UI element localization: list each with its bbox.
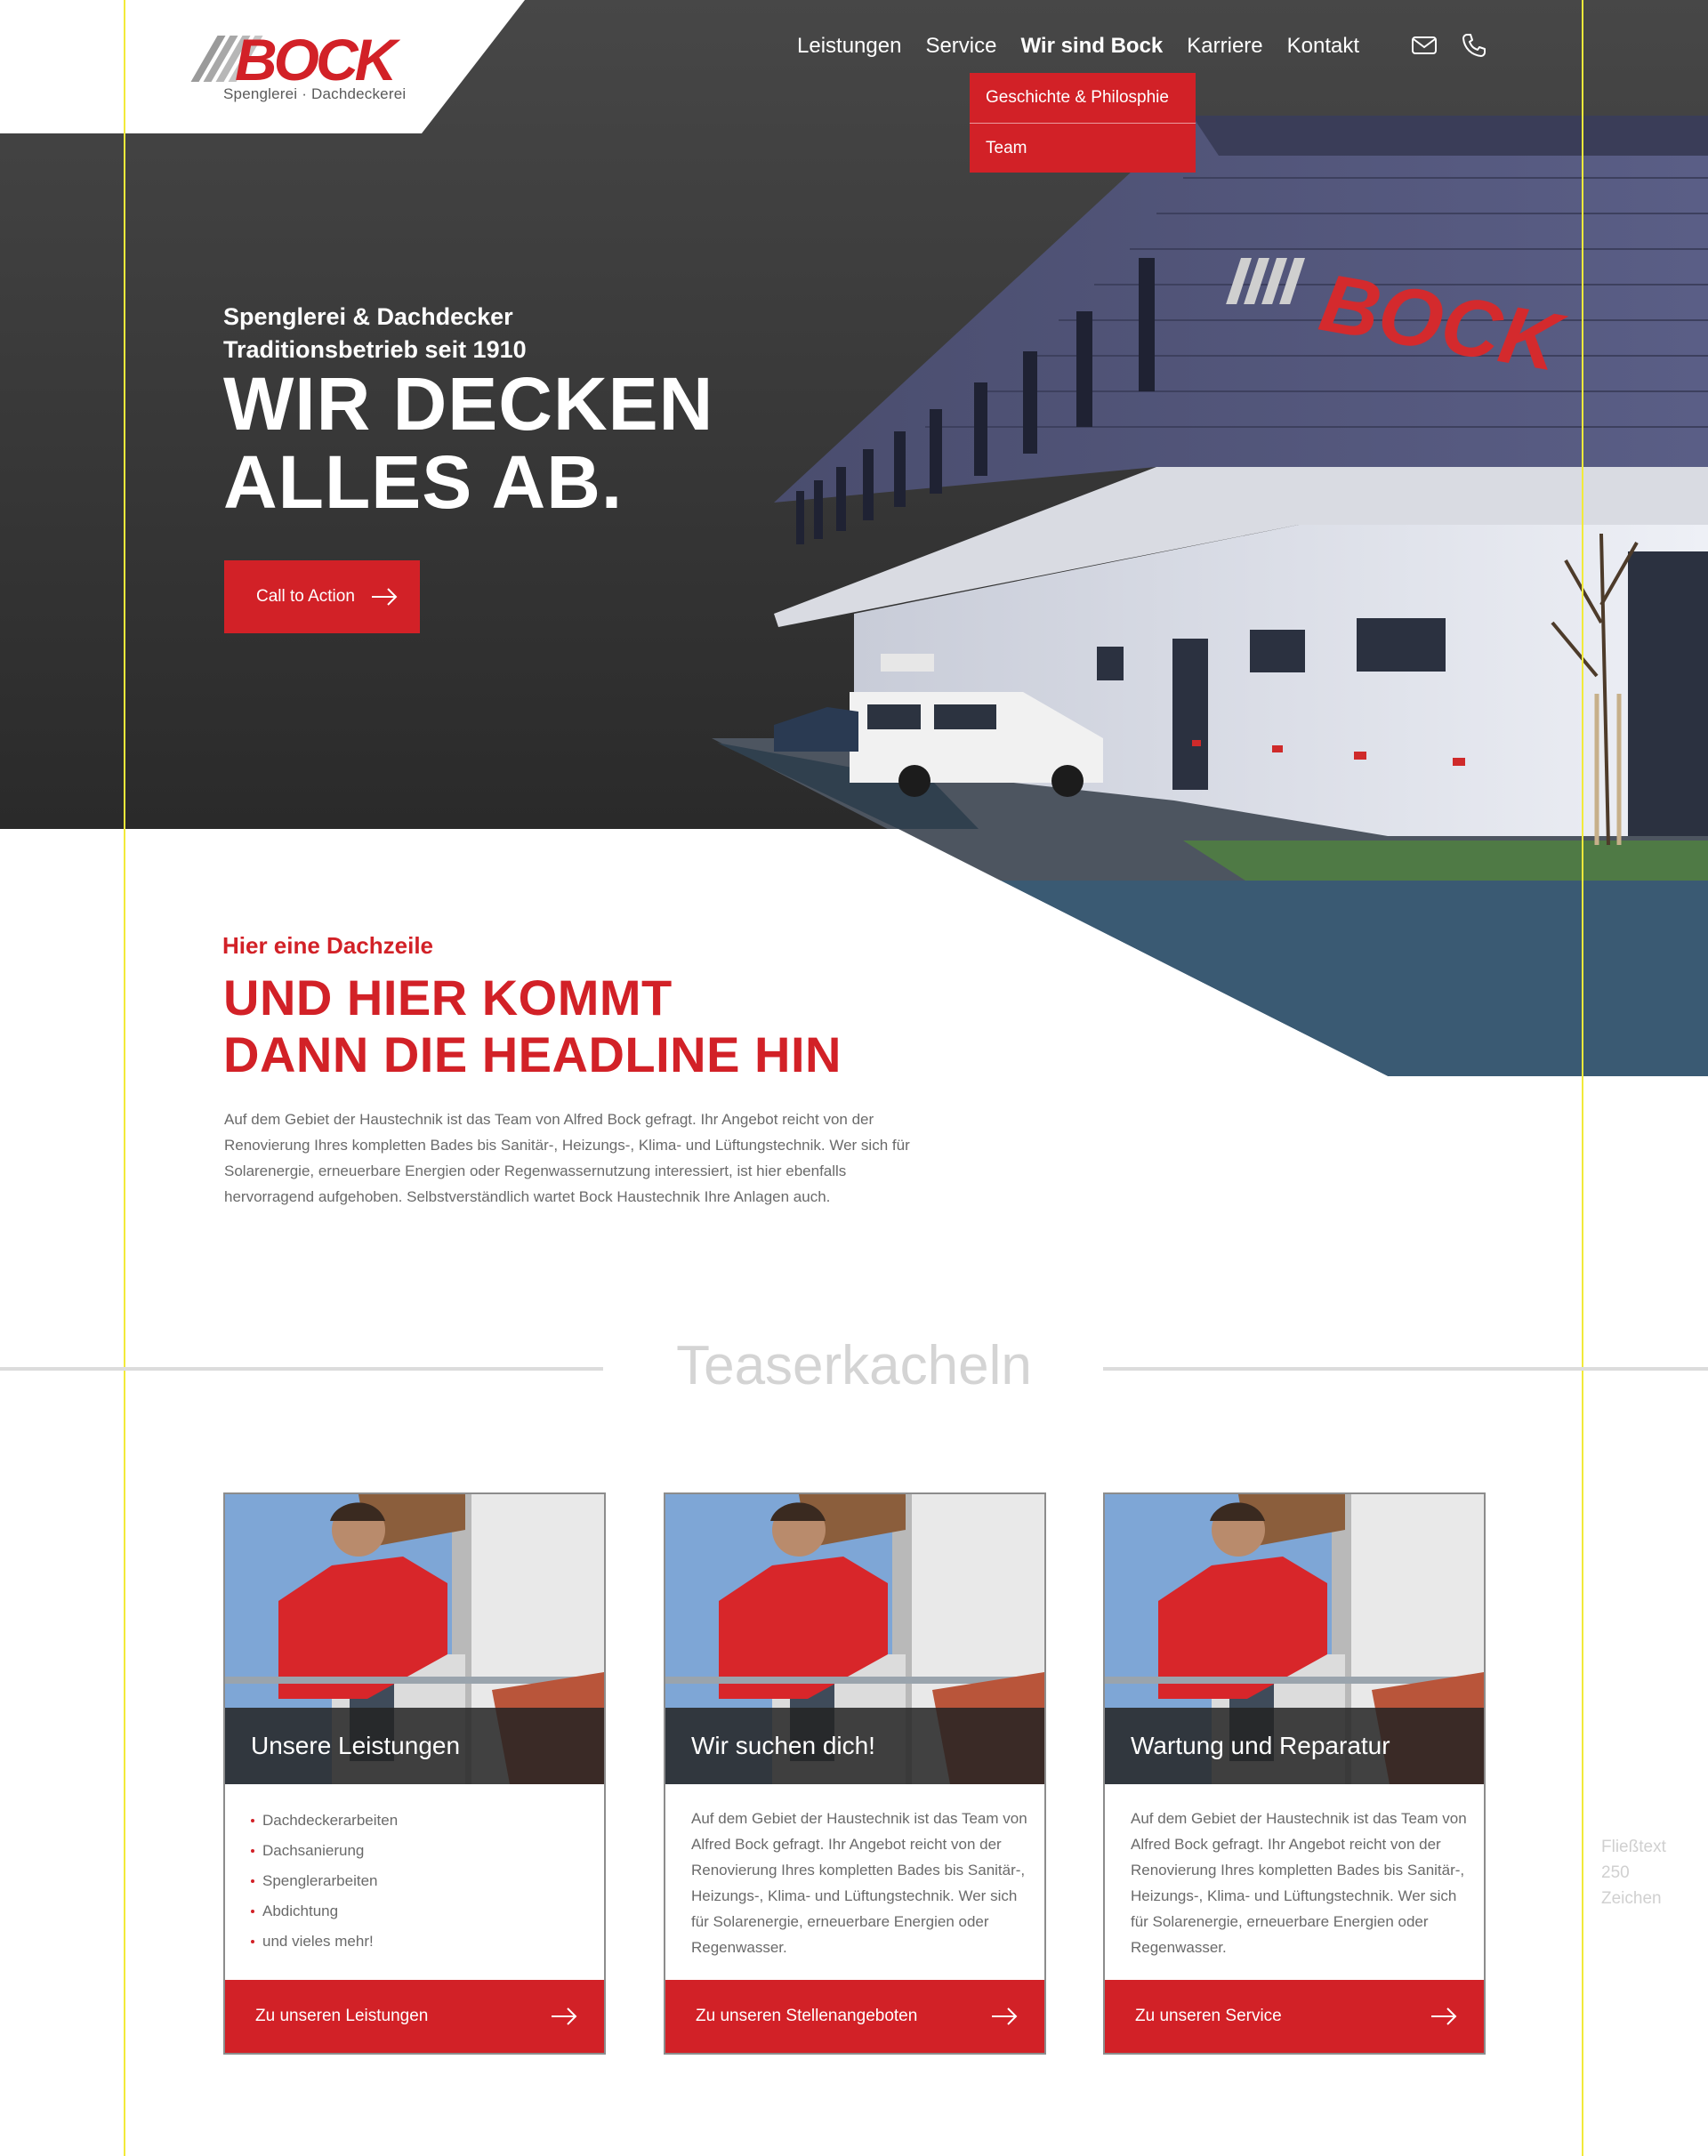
list-item: Abdichtung bbox=[251, 1896, 589, 1927]
card-list: Dachdeckerarbeiten Dachsanierung Spengle… bbox=[251, 1806, 589, 1957]
card-button-service[interactable]: Zu unseren Service bbox=[1105, 1980, 1484, 2053]
section-divider-right bbox=[1103, 1367, 1708, 1371]
nav-item-leistungen[interactable]: Leistungen bbox=[797, 34, 901, 59]
logo-subtitle: Spenglerei · Dachdeckerei bbox=[223, 85, 407, 102]
mail-icon[interactable] bbox=[1411, 32, 1438, 59]
intro-headline-line: DANN DIE HEADLINE HIN bbox=[223, 1026, 842, 1082]
list-item: Dachdeckerarbeiten bbox=[251, 1806, 589, 1836]
main-nav: Leistungen Service Wir sind Bock Karrier… bbox=[797, 32, 1383, 60]
intro-text: Auf dem Gebiet der Haustechnik ist das T… bbox=[224, 1111, 910, 1205]
hero-building-image: BOCK bbox=[0, 116, 1708, 1076]
hero-title-line: WIR DECKEN bbox=[223, 362, 714, 446]
teaser-card-leistungen: Unsere Leistungen Dachdeckerarbeiten Dac… bbox=[223, 1492, 606, 2055]
card-text: Auf dem Gebiet der Haustechnik ist das T… bbox=[1131, 1810, 1467, 1956]
nav-item-service[interactable]: Service bbox=[925, 34, 996, 59]
card-button-label: Zu unseren Leistungen bbox=[255, 2007, 429, 2025]
card-button-stellenangebote[interactable]: Zu unseren Stellenangeboten bbox=[665, 1980, 1044, 2053]
card-title: Wartung und Reparatur bbox=[1105, 1708, 1484, 1784]
dropdown-item-geschichte[interactable]: Geschichte & Philosphie bbox=[970, 73, 1196, 123]
cta-label: Call to Action bbox=[256, 587, 355, 606]
layout-guide-right bbox=[1582, 0, 1583, 2156]
intro-dachzeile: Hier eine Dachzeile bbox=[222, 932, 433, 959]
phone-icon[interactable] bbox=[1461, 32, 1487, 59]
side-note-line: Zeichen bbox=[1601, 1889, 1662, 1908]
arrow-right-icon bbox=[552, 2007, 577, 2025]
card-title: Unsere Leistungen bbox=[225, 1708, 604, 1784]
side-note: Fließtext 250 Zeichen bbox=[1601, 1834, 1699, 1911]
intro-headline: UND HIER KOMMT DANN DIE HEADLINE HIN bbox=[223, 969, 842, 1083]
hero-title-line: ALLES AB. bbox=[223, 440, 624, 524]
layout-guide-left bbox=[124, 0, 125, 2156]
hero-kicker-line: Spenglerei & Dachdecker bbox=[223, 303, 513, 330]
card-body: Dachdeckerarbeiten Dachsanierung Spengle… bbox=[251, 1806, 589, 1957]
arrow-right-icon bbox=[371, 588, 398, 606]
teaser-card-service: Wartung und Reparatur Auf dem Gebiet der… bbox=[1103, 1492, 1486, 2055]
section-label: Teaserkacheln bbox=[676, 1335, 1032, 1396]
intro-headline-line: UND HIER KOMMT bbox=[223, 969, 673, 1026]
teaser-card-karriere: Wir suchen dich! Auf dem Gebiet der Haus… bbox=[664, 1492, 1046, 2055]
side-note-line: 250 bbox=[1601, 1863, 1630, 1882]
card-button-label: Zu unseren Stellenangeboten bbox=[696, 2007, 918, 2025]
nav-icons bbox=[1411, 32, 1487, 59]
dropdown-item-team[interactable]: Team bbox=[970, 123, 1196, 173]
side-note-line: Fließtext bbox=[1601, 1838, 1666, 1856]
nav-item-kontakt[interactable]: Kontakt bbox=[1287, 34, 1359, 59]
arrow-right-icon bbox=[1431, 2007, 1457, 2025]
nav-item-wir-sind-bock[interactable]: Wir sind Bock bbox=[1020, 34, 1163, 59]
list-item: und vieles mehr! bbox=[251, 1927, 589, 1957]
card-button-leistungen[interactable]: Zu unseren Leistungen bbox=[225, 1980, 604, 2053]
hero-section: BOCK BOCK Spenglerei · Dachdeckerei Leis… bbox=[0, 0, 1708, 1076]
call-to-action-button[interactable]: Call to Action bbox=[224, 560, 420, 633]
card-button-label: Zu unseren Service bbox=[1135, 2007, 1282, 2025]
list-item: Spenglerarbeiten bbox=[251, 1866, 589, 1896]
card-title: Wir suchen dich! bbox=[665, 1708, 1044, 1784]
hero-title: WIR DECKEN ALLES AB. bbox=[223, 365, 713, 521]
hero-kicker: Spenglerei & Dachdecker Traditionsbetrie… bbox=[223, 301, 527, 366]
arrow-right-icon bbox=[992, 2007, 1018, 2025]
list-item: Dachsanierung bbox=[251, 1836, 589, 1866]
nav-item-karriere[interactable]: Karriere bbox=[1187, 34, 1262, 59]
section-divider-left bbox=[0, 1367, 603, 1371]
card-text: Auf dem Gebiet der Haustechnik ist das T… bbox=[691, 1810, 1027, 1956]
svg-text:BOCK: BOCK bbox=[235, 30, 401, 93]
nav-dropdown: Geschichte & Philosphie Team bbox=[970, 73, 1196, 173]
